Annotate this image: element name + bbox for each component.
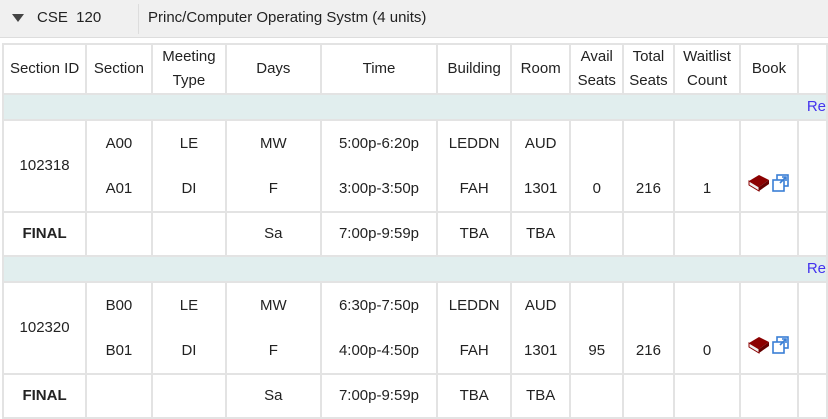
collapse-triangle-icon[interactable] bbox=[12, 14, 24, 22]
type-value: DI bbox=[181, 180, 197, 197]
final-time: 7:00p-9:59p bbox=[319, 211, 439, 257]
building-value: LEDDN bbox=[448, 297, 500, 314]
avail-seats: 0 bbox=[569, 119, 625, 213]
section-id: 102320 bbox=[1, 281, 88, 375]
book-icon[interactable] bbox=[747, 167, 771, 211]
building-value: FAH bbox=[459, 180, 489, 197]
group-separator: Re bbox=[2, 93, 828, 121]
days-value: F bbox=[268, 180, 278, 197]
room-value: 1301 bbox=[524, 180, 558, 197]
col-avail-seats: Avail Seats bbox=[569, 43, 625, 95]
section-value: A00 bbox=[105, 135, 133, 152]
section-value: B00 bbox=[105, 297, 133, 314]
final-time: 7:00p-9:59p bbox=[319, 373, 439, 419]
final-row: FINAL Sa 7:00p-9:59p TBA TBA bbox=[1, 373, 828, 419]
total-seats: 216 bbox=[622, 119, 675, 213]
final-label: FINAL bbox=[22, 225, 67, 242]
col-days: Days bbox=[225, 43, 322, 95]
section-value: A01 bbox=[105, 180, 133, 197]
divider bbox=[138, 4, 139, 34]
type-value: LE bbox=[179, 135, 199, 152]
restrictions-link[interactable]: Re bbox=[807, 98, 826, 115]
time-value: 6:30p-7:50p bbox=[338, 297, 420, 314]
final-days: Sa bbox=[225, 373, 322, 419]
building-value: LEDDN bbox=[448, 135, 500, 152]
final-building: TBA bbox=[436, 373, 512, 419]
col-building: Building bbox=[436, 43, 512, 95]
days-value: MW bbox=[260, 297, 287, 314]
time-value: 5:00p-6:20p bbox=[338, 135, 420, 152]
final-row: FINAL Sa 7:00p-9:59p TBA TBA bbox=[1, 211, 828, 257]
type-value: LE bbox=[179, 297, 199, 314]
waitlist-count: 0 bbox=[672, 281, 742, 375]
room-value: AUD bbox=[524, 297, 557, 314]
col-waitlist: Waitlist Count bbox=[672, 43, 742, 95]
col-section-id: Section ID bbox=[1, 43, 88, 95]
section-value: B01 bbox=[105, 342, 133, 359]
time-value: 4:00p-4:50p bbox=[338, 342, 420, 359]
table-row: 102320 B00 B01 LE DI MW F 6:30p-7:50p 4:00p-4:5… bbox=[1, 281, 828, 375]
days-value: MW bbox=[260, 135, 287, 152]
col-book: Book bbox=[739, 43, 799, 95]
final-label: FINAL bbox=[22, 387, 67, 404]
col-time: Time bbox=[319, 43, 439, 95]
course-code: CSE 120 bbox=[37, 9, 102, 26]
col-room: Room bbox=[509, 43, 572, 95]
total-seats: 216 bbox=[622, 281, 675, 375]
sections-table: Section ID Section Meeting Type Days Tim… bbox=[1, 43, 828, 419]
waitlist-count: 1 bbox=[672, 119, 742, 213]
course-header[interactable]: CSE 120 Princ/Computer Operating Systm (… bbox=[0, 0, 828, 38]
room-value: 1301 bbox=[524, 342, 558, 359]
days-value: F bbox=[268, 342, 278, 359]
section-id: 102318 bbox=[1, 119, 88, 213]
popup-window-icon[interactable] bbox=[771, 329, 791, 373]
restrictions-link[interactable]: Re bbox=[807, 260, 826, 277]
header-row: Section ID Section Meeting Type Days Tim… bbox=[1, 43, 828, 95]
group-separator: Re bbox=[2, 255, 828, 283]
col-meeting-type: Meeting Type bbox=[150, 43, 228, 95]
col-section: Section bbox=[85, 43, 153, 95]
final-room: TBA bbox=[509, 211, 572, 257]
book-icon[interactable] bbox=[747, 329, 771, 373]
time-value: 3:00p-3:50p bbox=[338, 180, 420, 197]
final-days: Sa bbox=[225, 211, 322, 257]
building-value: FAH bbox=[459, 342, 489, 359]
room-value: AUD bbox=[524, 135, 557, 152]
popup-window-icon[interactable] bbox=[771, 167, 791, 211]
course-title: Princ/Computer Operating Systm (4 units) bbox=[148, 9, 427, 26]
final-building: TBA bbox=[436, 211, 512, 257]
type-value: DI bbox=[181, 342, 197, 359]
table-row: 102318 A00 A01 LE DI MW F 5:00p-6:20p 3:00p-3:5… bbox=[1, 119, 828, 213]
final-room: TBA bbox=[509, 373, 572, 419]
avail-seats: 95 bbox=[569, 281, 625, 375]
col-total-seats: Total Seats bbox=[622, 43, 675, 95]
